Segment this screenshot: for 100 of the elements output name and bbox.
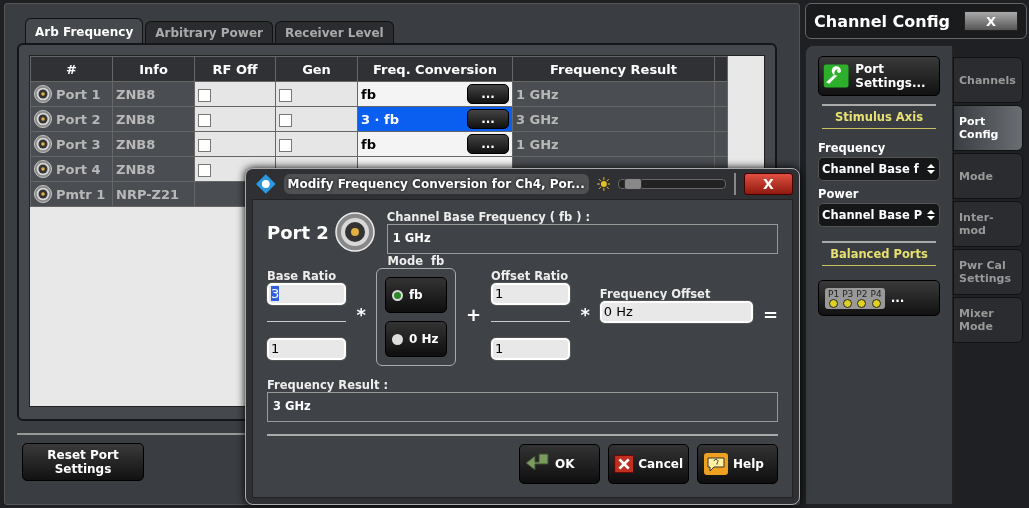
more-button[interactable]: ... (467, 109, 509, 129)
input-field[interactable]: 3 (267, 282, 347, 305)
slider-thumb[interactable] (624, 178, 642, 190)
port-name: Port 4 (56, 161, 101, 177)
column-header: RF Off (212, 61, 258, 77)
device-name: ZNB8 (116, 136, 156, 152)
port-name: Port 1 (56, 86, 101, 102)
field-label: Base Ratio (267, 268, 338, 283)
input-field[interactable]: 1 (490, 337, 571, 360)
panel-title: Channel Config (814, 11, 951, 31)
mode-option[interactable]: fb (384, 277, 447, 313)
port-label: P1 (828, 288, 840, 299)
connector-icon (34, 160, 52, 178)
field-label: Frequency Result : (267, 378, 390, 392)
readonly-field: 3 GHz (267, 392, 778, 422)
freq-conversion-cell[interactable]: fb ... (357, 81, 513, 107)
connector-icon (34, 85, 52, 103)
connector-icon (334, 212, 375, 252)
side-tab[interactable]: Mode (953, 153, 1023, 199)
connector-icon (34, 185, 52, 203)
column-header: Frequency Result (549, 61, 678, 77)
operator: * (580, 303, 590, 325)
frequency-dropdown[interactable]: Channel Base f (818, 157, 940, 181)
side-tab[interactable]: Channels (953, 57, 1023, 103)
section-heading: Balanced Ports (829, 247, 929, 261)
column-header: Freq. Conversion (373, 61, 497, 77)
frequency-result: 1 GHz (516, 86, 559, 102)
operator: + (465, 303, 481, 325)
help-icon (703, 452, 729, 476)
column-header: Info (139, 61, 168, 77)
more-button[interactable]: ... (467, 134, 509, 154)
side-tab[interactable]: Port Config (953, 105, 1023, 151)
field-label: Frequency (818, 141, 887, 155)
field-label: Channel Base Frequency ( fb ) : (386, 210, 592, 224)
spinner-icon (926, 162, 936, 176)
input-field[interactable]: 0 Hz (599, 301, 753, 323)
readonly-field: 1 GHz (386, 224, 778, 254)
dialog-title: Modify Frequency Conversion for Ch4, Por... (283, 174, 589, 194)
section-heading: Stimulus Axis (834, 110, 924, 124)
rf-off-checkbox[interactable] (198, 113, 211, 127)
frequency-result: 3 GHz (516, 111, 559, 127)
device-name: ZNB8 (116, 111, 156, 127)
port-dot-icon (843, 298, 853, 308)
port-dot-icon (871, 298, 881, 308)
close-button[interactable]: X (964, 11, 1018, 31)
gen-checkbox[interactable] (279, 138, 292, 152)
field-label: Offset Ratio (490, 268, 570, 283)
more-button[interactable]: ... (467, 84, 509, 104)
rf-off-checkbox[interactable] (198, 163, 211, 177)
port-settings-button[interactable]: Port Settings... (818, 56, 940, 96)
tab[interactable]: Arbitrary Power (145, 21, 273, 43)
freq-conversion-cell[interactable]: 3 · fb ... (357, 106, 513, 132)
ok-button[interactable]: OK (519, 444, 600, 484)
port-label: Port 2 (267, 221, 329, 243)
frequency-result: 1 GHz (516, 136, 559, 152)
cancel-button[interactable]: Cancel (608, 444, 689, 484)
port-label: P4 (870, 288, 882, 299)
mode-option[interactable]: 0 Hz (384, 321, 447, 357)
rf-off-checkbox[interactable] (198, 88, 211, 102)
side-tab[interactable]: Mixer Mode (953, 297, 1023, 343)
operator: * (356, 303, 366, 325)
more-label: ... (890, 291, 905, 305)
sun-icon (596, 177, 611, 191)
port-name: Port 3 (56, 136, 101, 152)
reset-button[interactable]: Reset Port Settings (22, 443, 144, 481)
device-name: NRP-Z21 (116, 186, 180, 202)
operator: = (762, 303, 778, 325)
column-header: # (66, 61, 77, 77)
diamond-logo-icon (256, 174, 276, 194)
field-label: Frequency Offset (599, 287, 712, 301)
device-name: ZNB8 (116, 161, 156, 177)
tab[interactable]: Arb Frequency (25, 18, 144, 43)
group-label: Mode fb (387, 254, 445, 268)
transparency-slider[interactable] (618, 179, 727, 189)
port-name: Pmtr 1 (56, 186, 106, 202)
field-label: Power (818, 187, 860, 201)
close-button[interactable]: X (744, 173, 793, 195)
port-dot-icon (829, 298, 839, 308)
device-name: ZNB8 (116, 86, 156, 102)
freq-conversion-cell[interactable]: fb ... (357, 131, 513, 157)
connector-icon (34, 135, 52, 153)
spinner-icon (926, 208, 936, 222)
gen-checkbox[interactable] (279, 88, 292, 102)
input-field[interactable]: 1 (490, 282, 571, 305)
input-field[interactable]: 1 (267, 337, 347, 360)
power-dropdown[interactable]: Channel Base P (818, 203, 940, 227)
rf-off-checkbox[interactable] (198, 138, 211, 152)
balanced-ports-button[interactable]: P1 P3 P2 P4 ... (818, 280, 940, 316)
connector-icon (34, 110, 52, 128)
port-name: Port 2 (56, 111, 101, 127)
close-icon (614, 452, 635, 476)
tab[interactable]: Receiver Level (275, 21, 394, 43)
side-tab[interactable]: Pwr Cal Settings (953, 249, 1023, 295)
column-header: Gen (302, 61, 331, 77)
help-button[interactable]: Help (697, 444, 778, 484)
side-tab[interactable]: Inter- mod (953, 201, 1023, 247)
port-label: P3 (842, 288, 854, 299)
port-label: P2 (856, 288, 868, 299)
gen-checkbox[interactable] (279, 113, 292, 127)
port-dot-icon (857, 298, 867, 308)
